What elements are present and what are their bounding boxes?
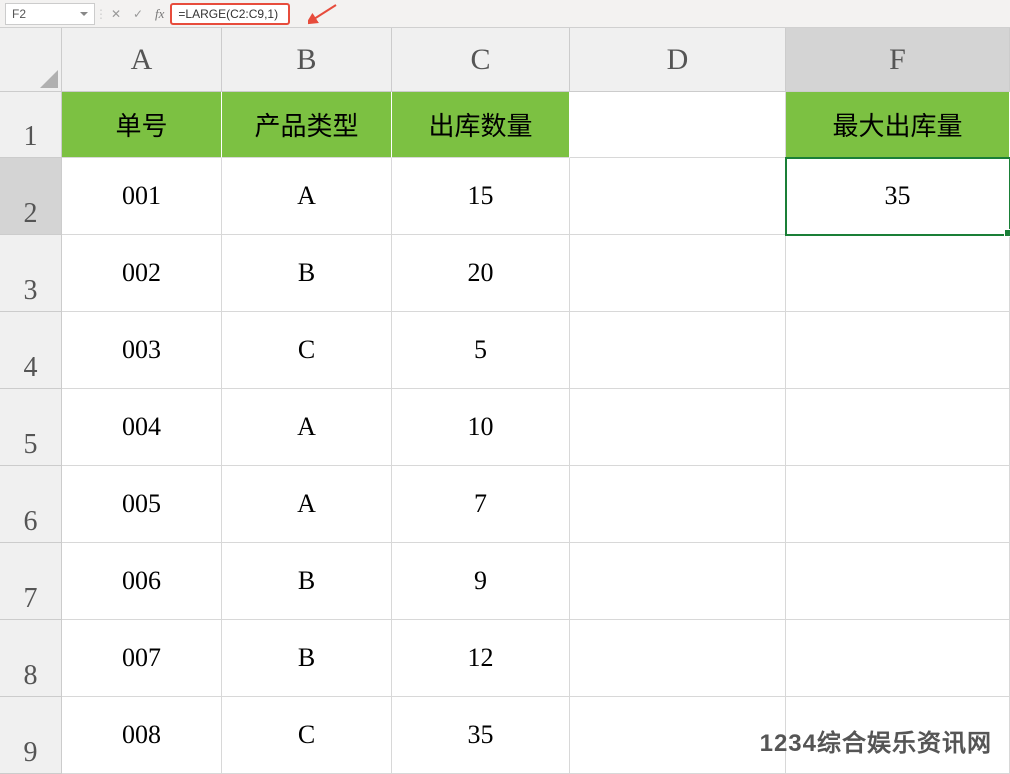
cell-A2[interactable]: 001 — [62, 158, 222, 235]
cell-B4[interactable]: C — [222, 312, 392, 389]
cell-C5[interactable]: 10 — [392, 389, 570, 466]
cell-C3[interactable]: 20 — [392, 235, 570, 312]
row-header-8[interactable]: 8 — [0, 620, 62, 697]
cell-C9[interactable]: 35 — [392, 697, 570, 774]
cell-F5[interactable] — [786, 389, 1010, 466]
row-header-6[interactable]: 6 — [0, 466, 62, 543]
cell-C4[interactable]: 5 — [392, 312, 570, 389]
watermark: 1234综合娱乐资讯网 — [760, 723, 992, 758]
cell-A5[interactable]: 004 — [62, 389, 222, 466]
cell-D6[interactable] — [570, 466, 786, 543]
cell-B6[interactable]: A — [222, 466, 392, 543]
cell-D3[interactable] — [570, 235, 786, 312]
formula-input[interactable]: =LARGE(C2:C9,1) — [170, 3, 290, 25]
cell-B2[interactable]: A — [222, 158, 392, 235]
cell-A1[interactable]: 单号 — [62, 92, 222, 158]
cell-B8[interactable]: B — [222, 620, 392, 697]
column-header-D[interactable]: D — [570, 28, 786, 92]
cell-D4[interactable] — [570, 312, 786, 389]
fx-label[interactable]: fx — [149, 6, 170, 22]
spreadsheet-grid: ABCDF 123456789 单号产品类型出库数量最大出库量001A15350… — [0, 28, 1010, 774]
cell-D8[interactable] — [570, 620, 786, 697]
cells-area[interactable]: 单号产品类型出库数量最大出库量001A1535002B20003C5004A10… — [62, 92, 1010, 774]
cell-B7[interactable]: B — [222, 543, 392, 620]
cell-F8[interactable] — [786, 620, 1010, 697]
formula-text: =LARGE(C2:C9,1) — [178, 7, 278, 21]
select-all-corner[interactable] — [0, 28, 62, 92]
row-header-7[interactable]: 7 — [0, 543, 62, 620]
cell-B9[interactable]: C — [222, 697, 392, 774]
row-header-3[interactable]: 3 — [0, 235, 62, 312]
row-header-9[interactable]: 9 — [0, 697, 62, 774]
cell-A4[interactable]: 003 — [62, 312, 222, 389]
column-header-A[interactable]: A — [62, 28, 222, 92]
cell-D7[interactable] — [570, 543, 786, 620]
row-header-1[interactable]: 1 — [0, 92, 62, 158]
cell-B5[interactable]: A — [222, 389, 392, 466]
cell-F3[interactable] — [786, 235, 1010, 312]
cell-C1[interactable]: 出库数量 — [392, 92, 570, 158]
cell-F2[interactable]: 35 — [786, 158, 1010, 235]
confirm-button[interactable]: ✓ — [127, 3, 149, 25]
check-icon: ✓ — [133, 7, 143, 21]
cell-B1[interactable]: 产品类型 — [222, 92, 392, 158]
name-box[interactable]: F2 — [5, 3, 95, 25]
cell-A9[interactable]: 008 — [62, 697, 222, 774]
cell-D1[interactable] — [570, 92, 786, 158]
annotation-arrow-icon — [308, 3, 338, 25]
cell-A8[interactable]: 007 — [62, 620, 222, 697]
cell-F4[interactable] — [786, 312, 1010, 389]
cell-C2[interactable]: 15 — [392, 158, 570, 235]
name-box-dropdown-icon[interactable] — [80, 12, 88, 16]
cell-D2[interactable] — [570, 158, 786, 235]
cell-C7[interactable]: 9 — [392, 543, 570, 620]
cell-C8[interactable]: 12 — [392, 620, 570, 697]
cell-F6[interactable] — [786, 466, 1010, 543]
cell-reference: F2 — [12, 7, 26, 21]
row-header-2[interactable]: 2 — [0, 158, 62, 235]
column-header-F[interactable]: F — [786, 28, 1010, 92]
row-header-5[interactable]: 5 — [0, 389, 62, 466]
cell-F1[interactable]: 最大出库量 — [786, 92, 1010, 158]
column-headers: ABCDF — [62, 28, 1010, 92]
cell-D5[interactable] — [570, 389, 786, 466]
cell-F7[interactable] — [786, 543, 1010, 620]
cancel-button[interactable]: ✕ — [105, 3, 127, 25]
row-headers: 123456789 — [0, 92, 62, 774]
cell-B3[interactable]: B — [222, 235, 392, 312]
cancel-icon: ✕ — [111, 7, 121, 21]
formula-bar: F2 ⋮ ✕ ✓ fx =LARGE(C2:C9,1) — [0, 0, 1010, 28]
separator: ⋮ — [95, 7, 105, 21]
column-header-C[interactable]: C — [392, 28, 570, 92]
row-header-4[interactable]: 4 — [0, 312, 62, 389]
cell-A6[interactable]: 005 — [62, 466, 222, 543]
cell-A3[interactable]: 002 — [62, 235, 222, 312]
cell-C6[interactable]: 7 — [392, 466, 570, 543]
column-header-B[interactable]: B — [222, 28, 392, 92]
cell-A7[interactable]: 006 — [62, 543, 222, 620]
cell-D9[interactable] — [570, 697, 786, 774]
